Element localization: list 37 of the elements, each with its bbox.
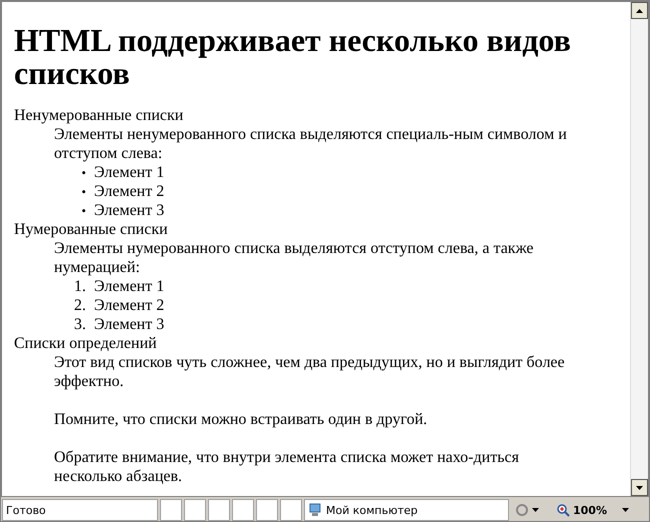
computer-icon: [308, 503, 322, 517]
list-number: 2.: [73, 296, 87, 315]
list-number: 3.: [73, 315, 87, 334]
status-pane: [160, 499, 182, 521]
status-pane: [184, 499, 206, 521]
status-pane: [232, 499, 254, 521]
definition-term: Ненумерованные списки: [14, 106, 184, 125]
zoom-icon: [557, 504, 570, 516]
definition-text: Этот вид списков чуть сложнее, чем два предыдущих, но и выглядит более эффектно.: [54, 353, 566, 391]
down-arrow-icon: [636, 486, 643, 490]
status-text: Готово: [2, 499, 158, 521]
list-item: Элемент 2: [94, 182, 164, 201]
list-number: 1.: [73, 277, 87, 296]
up-arrow-icon: [636, 8, 643, 12]
list-item: Элемент 3: [94, 315, 164, 334]
caret-icon: [622, 508, 629, 512]
definition-text: Элементы нумерованного списка выделяются отступом слева, а также нумерацией:: [54, 239, 535, 277]
list-item: Элемент 1: [94, 277, 164, 296]
page-heading: HTML поддерживает несколько видов списков: [14, 24, 572, 90]
bullet-marker: •: [80, 202, 87, 220]
status-pane: [256, 499, 278, 521]
status-pane: [208, 499, 230, 521]
list-item: Элемент 3: [94, 201, 164, 220]
definition-term: Списки определений: [14, 334, 158, 353]
status-pane: [280, 499, 302, 521]
zone-label: Мой компьютер: [326, 504, 418, 516]
scroll-up-button[interactable]: [631, 2, 648, 19]
bullet-marker: •: [80, 164, 87, 182]
definition-term: Нумерованные списки: [14, 220, 169, 239]
scroll-down-button[interactable]: [631, 479, 648, 496]
bullet-marker: •: [80, 183, 87, 201]
definition-text: Обратите внимание, что внутри элемента списка может нахо-диться несколько абзацев.: [54, 448, 520, 486]
list-item: Элемент 2: [94, 296, 164, 315]
list-item: Элемент 1: [94, 163, 164, 182]
caret-icon: [532, 508, 539, 512]
definition-text: Помните, что списки можно встраивать один в другой.: [54, 410, 428, 429]
definition-text: Элементы ненумерованного списка выделяются специаль-ным символом и отступом слева:: [54, 125, 568, 163]
